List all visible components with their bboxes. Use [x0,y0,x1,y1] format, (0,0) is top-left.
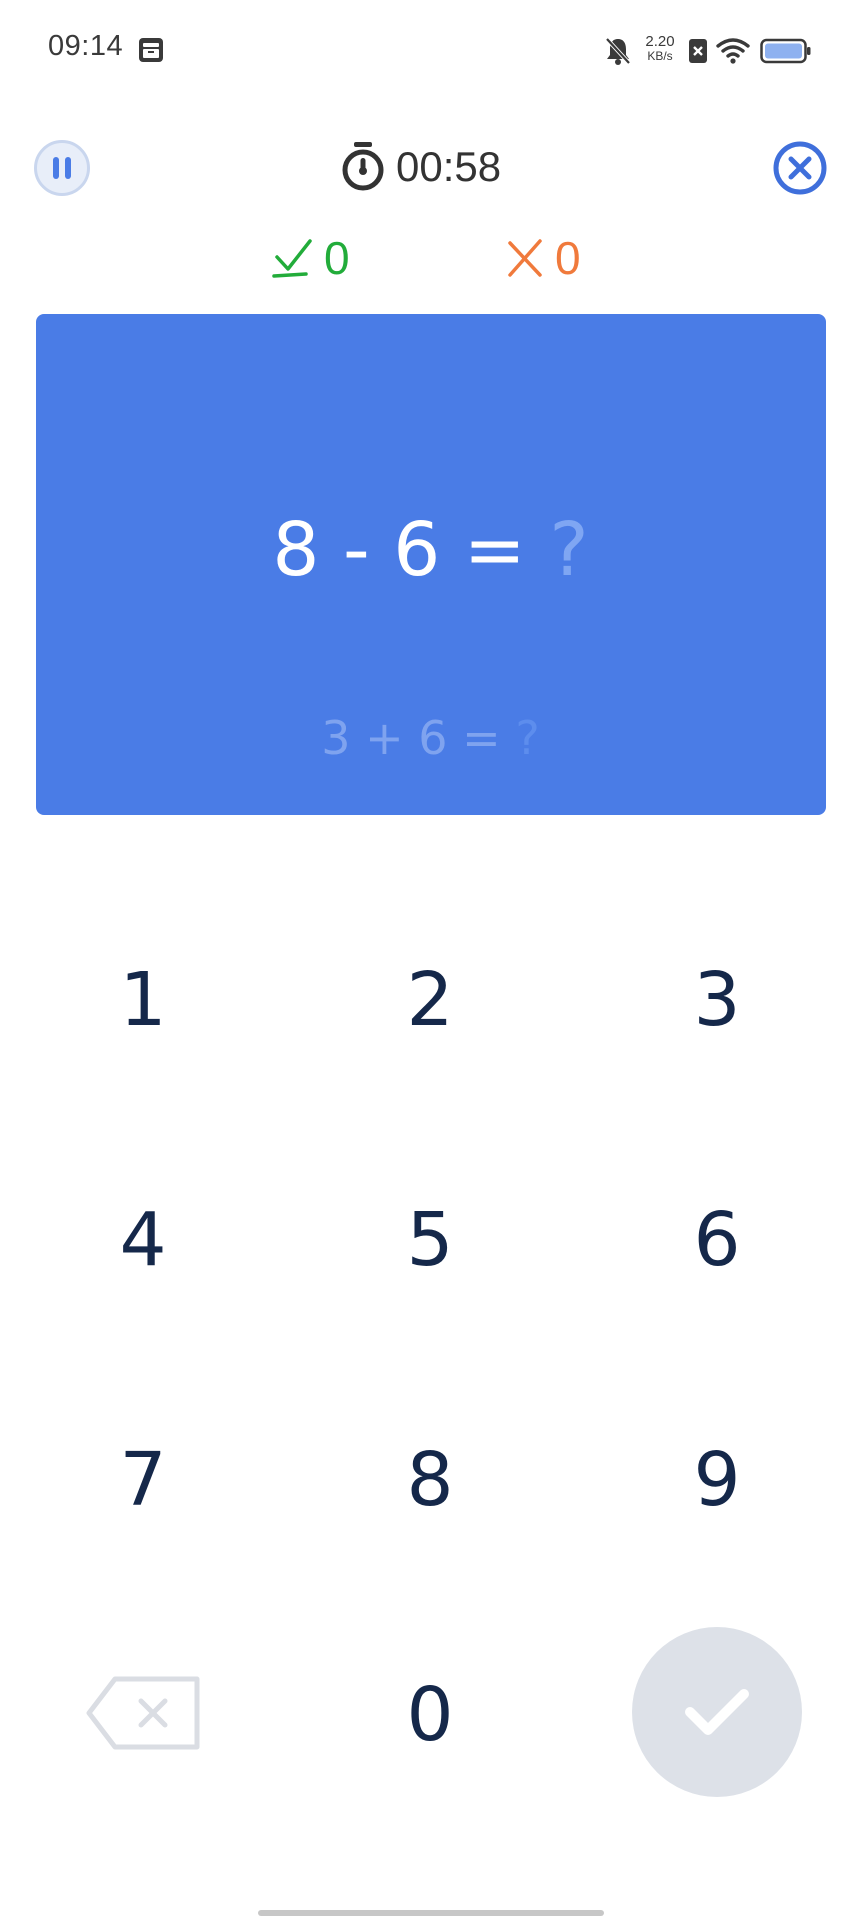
key-9[interactable]: 9 [617,1410,817,1550]
correct-count: 0 [324,232,350,284]
key-2[interactable]: 2 [330,930,530,1070]
network-speed-value: 2.20 [645,33,675,50]
wifi-icon [716,38,750,64]
key-8[interactable]: 8 [330,1410,530,1550]
timer: 00:58 [340,137,501,197]
backspace-button[interactable] [85,1675,203,1751]
close-button[interactable] [772,140,828,196]
pause-button[interactable] [34,140,90,196]
key-4[interactable]: 4 [43,1170,243,1310]
check-icon [685,1689,749,1735]
key-7[interactable]: 7 [43,1410,243,1550]
submit-button[interactable] [632,1627,802,1797]
stopwatch-icon [342,142,384,191]
battery-icon [760,38,811,64]
notification-app-icon [139,38,163,62]
next-question-expression: 3 + 6 = [321,711,516,765]
key-0[interactable]: 0 [330,1645,530,1785]
network-speed: 2.20 KB/s [638,33,682,63]
status-time: 09:14 [48,30,124,62]
correct-score: 0 [272,228,350,288]
wrong-score: 0 [505,228,581,288]
key-1[interactable]: 1 [43,930,243,1070]
check-icon [272,239,312,278]
key-6[interactable]: 6 [617,1170,817,1310]
current-answer-placeholder: ? [549,507,589,593]
status-bar: 09:14 2.20 KB/s [0,0,861,100]
network-speed-unit: KB/s [647,49,673,63]
key-3[interactable]: 3 [617,930,817,1070]
key-5[interactable]: 5 [330,1170,530,1310]
backspace-icon [86,1676,200,1750]
next-question: 3 + 6 = ? [0,708,861,768]
muted-bell-icon [605,37,631,65]
close-icon [773,141,827,195]
next-answer-placeholder: ? [515,711,540,765]
home-indicator[interactable] [258,1910,604,1916]
wrong-count: 0 [555,232,581,284]
current-question: 8 - 6 = ? [0,500,861,600]
current-question-expression: 8 - 6 = [272,507,550,593]
no-sim-icon [689,39,707,63]
cross-icon [508,239,542,277]
pause-icon [53,157,71,179]
timer-value: 00:58 [396,143,502,190]
